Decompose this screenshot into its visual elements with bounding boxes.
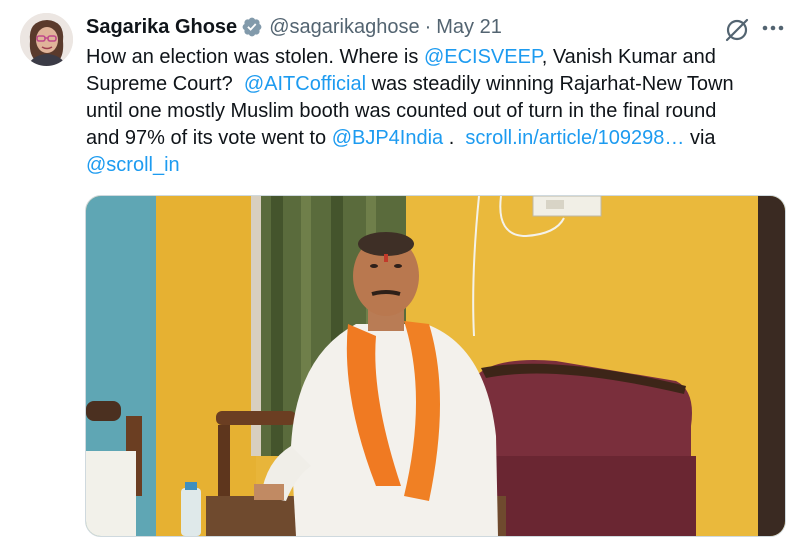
- mention-link[interactable]: @ECISVEEP: [424, 46, 542, 68]
- text-span: .: [443, 127, 466, 149]
- photo-image: [86, 196, 785, 536]
- tweet-text-line: How an election was stolen. Where is @EC…: [86, 44, 786, 71]
- tweet-text: How an election was stolen. Where is @EC…: [86, 44, 786, 179]
- verified-badge-icon: [242, 17, 262, 37]
- grok-button[interactable]: [723, 16, 751, 44]
- text-span: , Vanish Kumar and: [541, 46, 716, 68]
- mention-link[interactable]: @AITCofficial: [244, 73, 366, 95]
- text-span: Supreme Court?: [86, 73, 244, 95]
- text-span: via: [684, 127, 716, 149]
- separator-dot: ·: [424, 15, 432, 38]
- text-span: until one mostly Muslim booth was counte…: [86, 100, 717, 122]
- tweet-date[interactable]: May 21: [436, 16, 502, 39]
- tweet-text-line: @scroll_in: [86, 152, 786, 179]
- tweet-text-line: Supreme Court? @AITCofficial was steadil…: [86, 71, 786, 98]
- more-horizontal-icon: [762, 25, 784, 31]
- tweet-header: Sagarika Ghose @sagarikaghose · May 21: [86, 14, 502, 40]
- avatar-image: [20, 13, 73, 66]
- avatar[interactable]: [20, 13, 73, 66]
- text-span: How an election was stolen. Where is: [86, 46, 424, 68]
- author-handle[interactable]: @sagarikaghose: [269, 16, 419, 39]
- text-span: and 97% of its vote went to: [86, 127, 332, 149]
- tweet-media-photo[interactable]: [85, 195, 786, 537]
- mention-link[interactable]: @scroll_in: [86, 154, 180, 176]
- text-span: was steadily winning Rajarhat-New Town: [366, 73, 734, 95]
- tweet-text-line: and 97% of its vote went to @BJP4India .…: [86, 125, 786, 152]
- grok-icon: [725, 18, 749, 42]
- article-url-link[interactable]: scroll.in/article/109298…: [465, 127, 684, 149]
- tweet-text-line: until one mostly Muslim booth was counte…: [86, 98, 786, 125]
- author-name[interactable]: Sagarika Ghose: [86, 16, 237, 39]
- mention-link[interactable]: @BJP4India: [332, 127, 443, 149]
- more-options-button[interactable]: [760, 17, 786, 39]
